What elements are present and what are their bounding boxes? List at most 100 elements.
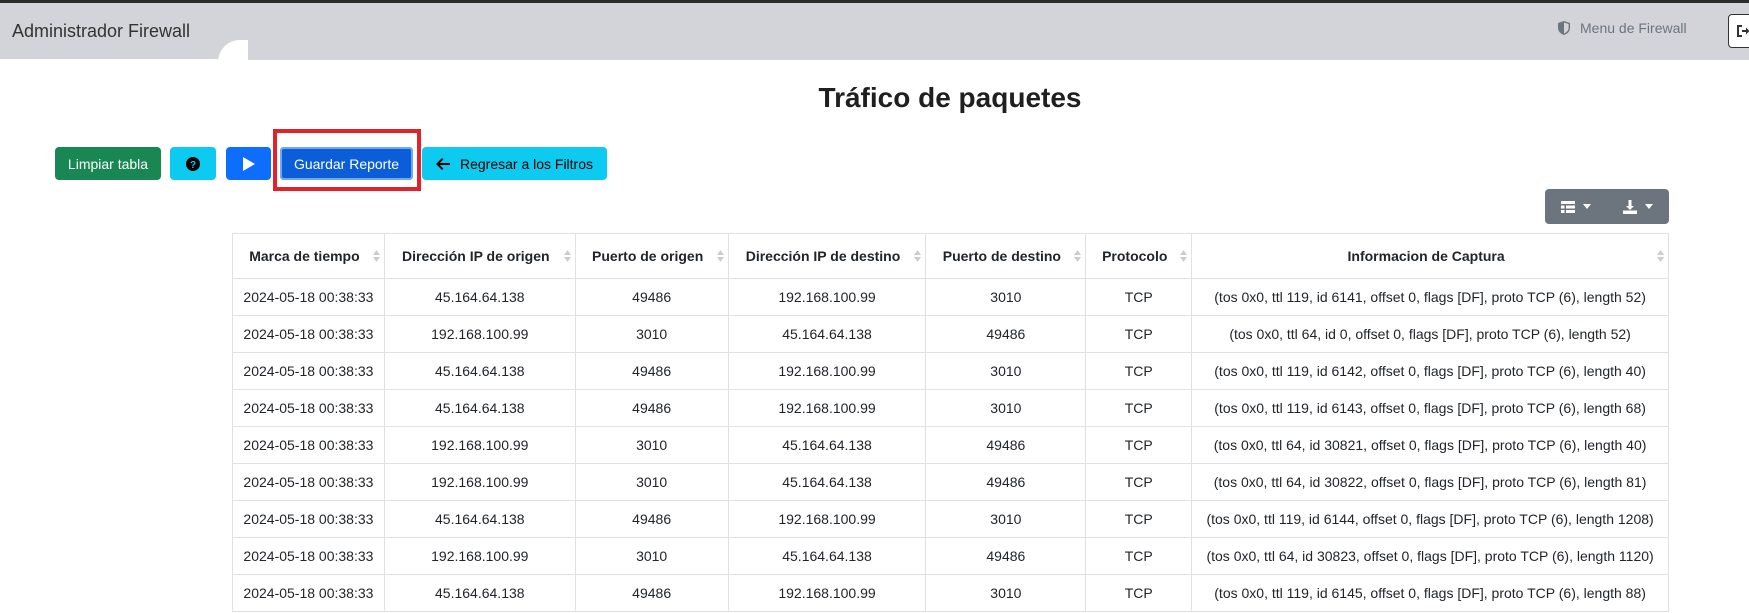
sort-icon <box>563 250 571 262</box>
table-row[interactable]: 2024-05-18 00:38:33 192.168.100.99 3010 45.… <box>232 463 1669 501</box>
table-cell: 192.168.100.99 <box>727 352 927 390</box>
back-to-filters-button[interactable]: Regresar a los Filtros <box>422 147 607 180</box>
column-header[interactable]: Dirección IP de destino <box>727 233 927 279</box>
packet-traffic-table: Marca de tiempo Dirección IP de origen Pue… <box>232 233 1669 612</box>
table-cell: 192.168.100.99 <box>383 315 576 353</box>
logout-icon <box>1737 25 1749 37</box>
page-title: Tráfico de paquetes <box>818 82 1082 113</box>
table-cell: (tos 0x0, ttl 119, id 6145, offset 0, fl… <box>1191 574 1669 612</box>
table-row[interactable]: 2024-05-18 00:38:33 45.164.64.138 49486 192… <box>232 352 1669 390</box>
highlight-annotation <box>273 129 421 191</box>
table-cell: (tos 0x0, ttl 64, id 30822, offset 0, fl… <box>1191 463 1669 501</box>
table-cell: 2024-05-18 00:38:33 <box>232 352 385 390</box>
sort-icon <box>1180 250 1188 262</box>
table-cell: (tos 0x0, ttl 64, id 30823, offset 0, fl… <box>1191 537 1669 575</box>
table-cell: 3010 <box>925 500 1087 538</box>
table-cell: (tos 0x0, ttl 119, id 6142, offset 0, fl… <box>1191 352 1669 390</box>
column-header[interactable]: Marca de tiempo <box>232 233 385 279</box>
column-header[interactable]: Puerto de destino <box>925 233 1087 279</box>
table-cell: 192.168.100.99 <box>727 500 927 538</box>
column-header-label: Informacion de Captura <box>1347 248 1505 264</box>
table-cell: 3010 <box>574 537 729 575</box>
sort-icon <box>716 250 724 262</box>
table-row[interactable]: 2024-05-18 00:38:33 192.168.100.99 3010 45.… <box>232 537 1669 575</box>
table-cell: TCP <box>1085 278 1193 316</box>
column-header[interactable]: Protocolo <box>1085 233 1193 279</box>
table-row[interactable]: 2024-05-18 00:38:33 45.164.64.138 49486 192… <box>232 574 1669 612</box>
table-cell: 192.168.100.99 <box>727 574 927 612</box>
columns-dropdown-button[interactable] <box>1545 189 1607 224</box>
table-cell: 49486 <box>925 463 1087 501</box>
table-cell: TCP <box>1085 537 1193 575</box>
table-cell: 45.164.64.138 <box>727 537 927 575</box>
arrow-left-icon <box>435 157 450 170</box>
table-cell: TCP <box>1085 500 1193 538</box>
export-dropdown-button[interactable] <box>1607 189 1669 224</box>
table-row[interactable]: 2024-05-18 00:38:33 192.168.100.99 3010 45.… <box>232 315 1669 353</box>
table-cell: 45.164.64.138 <box>727 315 927 353</box>
table-cell: 49486 <box>574 500 729 538</box>
clear-table-button[interactable]: Limpiar tabla <box>55 147 161 180</box>
table-cell: 49486 <box>574 574 729 612</box>
table-cell: (tos 0x0, ttl 64, id 0, offset 0, flags … <box>1191 315 1669 353</box>
table-cell: 192.168.100.99 <box>383 537 576 575</box>
table-cell: (tos 0x0, ttl 119, id 6141, offset 0, fl… <box>1191 278 1669 316</box>
table-cell: 2024-05-18 00:38:33 <box>232 463 385 501</box>
table-cell: 49486 <box>925 426 1087 464</box>
sort-icon <box>372 250 380 262</box>
column-header-label: Dirección IP de destino <box>745 248 901 264</box>
table-list-icon <box>1561 200 1575 213</box>
column-header[interactable]: Informacion de Captura <box>1191 233 1669 279</box>
table-cell: 2024-05-18 00:38:33 <box>232 426 385 464</box>
column-header-label: Dirección IP de origen <box>402 248 550 264</box>
table-row[interactable]: 2024-05-18 00:38:33 45.164.64.138 49486 192… <box>232 278 1669 316</box>
question-circle-icon: ? <box>186 156 200 171</box>
table-cell: TCP <box>1085 426 1193 464</box>
column-header-label: Puerto de origen <box>592 248 704 264</box>
firewall-menu-label: Menu de Firewall <box>1580 20 1687 36</box>
table-cell: TCP <box>1085 352 1193 390</box>
table-cell: 3010 <box>925 352 1087 390</box>
svg-text:?: ? <box>190 160 196 171</box>
table-header-row: Marca de tiempo Dirección IP de origen Pue… <box>232 233 1669 279</box>
table-cell: 3010 <box>574 463 729 501</box>
column-header[interactable]: Puerto de origen <box>574 233 729 279</box>
table-cell: 45.164.64.138 <box>727 426 927 464</box>
table-row[interactable]: 2024-05-18 00:38:33 45.164.64.138 49486 192… <box>232 389 1669 427</box>
column-header-label: Protocolo <box>1102 248 1168 264</box>
column-header[interactable]: Dirección IP de origen <box>383 233 576 279</box>
table-cell: 49486 <box>574 278 729 316</box>
play-icon <box>242 156 255 171</box>
table-cell: 2024-05-18 00:38:33 <box>232 537 385 575</box>
column-header-label: Puerto de destino <box>942 248 1061 264</box>
sort-icon <box>1074 250 1082 262</box>
table-cell: 192.168.100.99 <box>383 426 576 464</box>
table-row[interactable]: 2024-05-18 00:38:33 45.164.64.138 49486 192… <box>232 500 1669 538</box>
logout-button[interactable] <box>1728 14 1749 48</box>
play-button[interactable] <box>226 147 271 180</box>
table-cell: 3010 <box>925 574 1087 612</box>
table-cell: 2024-05-18 00:38:33 <box>232 389 385 427</box>
table-cell: 49486 <box>574 389 729 427</box>
shield-icon <box>1558 21 1570 35</box>
download-icon <box>1623 199 1637 214</box>
table-cell: 49486 <box>925 537 1087 575</box>
brand-title[interactable]: Administrador Firewall <box>12 21 190 42</box>
table-cell: 45.164.64.138 <box>727 463 927 501</box>
table-cell: 49486 <box>925 315 1087 353</box>
help-button[interactable]: ? <box>170 147 216 180</box>
back-to-filters-label: Regresar a los Filtros <box>459 155 594 172</box>
table-row[interactable]: 2024-05-18 00:38:33 192.168.100.99 3010 45.… <box>232 426 1669 464</box>
table-cell: 2024-05-18 00:38:33 <box>232 315 385 353</box>
table-cell: 45.164.64.138 <box>383 500 576 538</box>
table-cell: 3010 <box>925 389 1087 427</box>
table-cell: 45.164.64.138 <box>383 389 576 427</box>
table-cell: 3010 <box>574 315 729 353</box>
table-cell: 2024-05-18 00:38:33 <box>232 574 385 612</box>
firewall-menu-link[interactable]: Menu de Firewall <box>1558 20 1687 36</box>
table-cell: 2024-05-18 00:38:33 <box>232 500 385 538</box>
table-cell: 192.168.100.99 <box>727 278 927 316</box>
table-cell: 3010 <box>574 426 729 464</box>
table-body: 2024-05-18 00:38:33 45.164.64.138 49486 192… <box>232 278 1669 612</box>
caret-down-icon <box>1645 204 1653 209</box>
